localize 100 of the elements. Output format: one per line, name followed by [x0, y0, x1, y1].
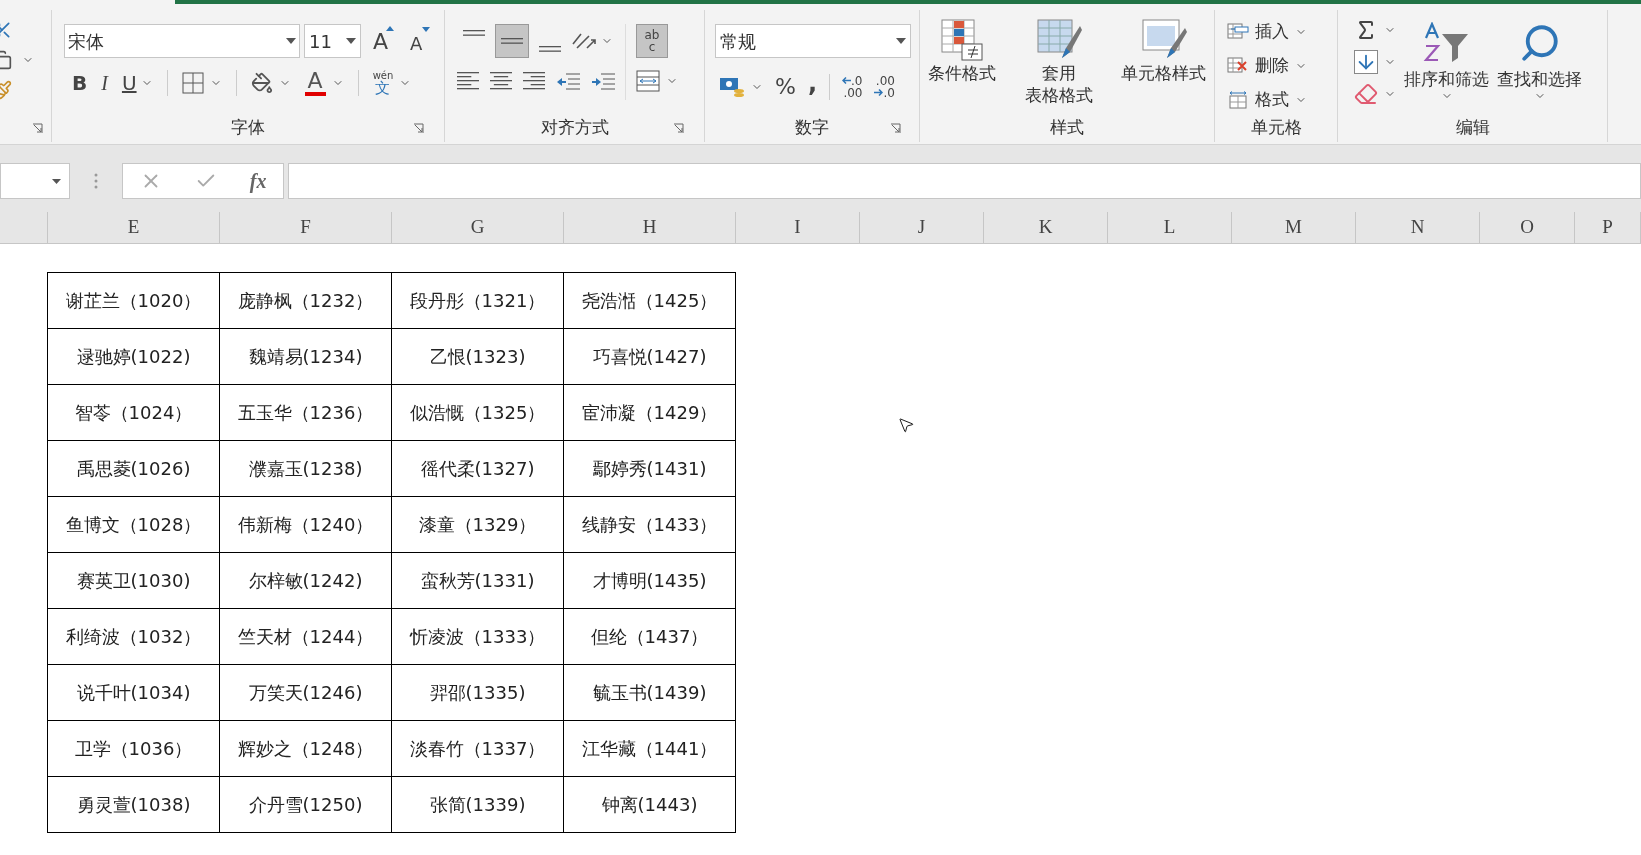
group-label: 对齐方式: [540, 116, 609, 140]
table-cell: 宦沛凝（1429）: [563, 384, 736, 441]
cells-command-button[interactable]: 格式: [1227, 86, 1325, 114]
column-header[interactable]: M: [1232, 212, 1356, 243]
decrease-indent-icon[interactable]: [556, 72, 580, 92]
dropdown-arrow-icon[interactable]: [345, 38, 356, 44]
column-header[interactable]: L: [1108, 212, 1232, 243]
column-header[interactable]: F: [220, 212, 392, 243]
table-cell: 说千叶(1034): [47, 664, 220, 721]
group-label: 数字: [795, 116, 829, 140]
dropdown-arrow-icon[interactable]: [285, 38, 296, 44]
dialog-launcher-icon[interactable]: [413, 123, 424, 134]
mouse-cursor-icon: [897, 415, 915, 435]
dropdown-arrow-icon[interactable]: [52, 178, 61, 184]
dropdown-arrow-icon[interactable]: [896, 38, 906, 44]
right-arrow-icon: [874, 89, 884, 96]
table-cell: 逯驰婷(1022): [47, 328, 220, 385]
group-label: 字体: [231, 116, 265, 140]
insert-function-button[interactable]: fx: [249, 166, 267, 196]
table-cell: 濮嘉玉(1238): [219, 440, 392, 497]
align-center-icon[interactable]: [490, 72, 512, 92]
table-cell: 利绮波（1032）: [47, 608, 220, 665]
delete-cells-icon: [1227, 57, 1249, 75]
table-cell: 智苓（1024）: [47, 384, 220, 441]
table-cell: 江华藏（1441）: [563, 720, 736, 777]
table-cell: 鱼博文（1028）: [47, 496, 220, 553]
grow-font-button[interactable]: A: [364, 24, 397, 58]
editing-command-button[interactable]: 查找和选择: [1497, 18, 1582, 114]
table-cell: 卫学（1036）: [47, 720, 220, 777]
table-cell: 谢芷兰（1020）: [47, 272, 220, 329]
dialog-launcher-icon[interactable]: [890, 123, 901, 134]
dialog-launcher-icon[interactable]: [673, 123, 684, 134]
cells-command-button[interactable]: 删除: [1227, 52, 1325, 80]
table-cell: 但纶（1437）: [563, 608, 736, 665]
currency-icon[interactable]: [719, 75, 745, 98]
conditional-format-icon: [940, 18, 984, 62]
insert-cells-icon: [1227, 23, 1249, 41]
column-header[interactable]: P: [1575, 212, 1641, 243]
align-left-icon[interactable]: [457, 72, 479, 92]
table-cell: 钟离(1443): [563, 776, 736, 833]
table-cell: 张简(1339): [391, 776, 564, 833]
underline-button[interactable]: U: [121, 68, 137, 98]
vertical-align-icon: [539, 46, 561, 52]
eraser-icon[interactable]: [1354, 82, 1378, 106]
cells-command-button[interactable]: 插入: [1227, 18, 1325, 46]
table-cell: 庞静枫（1232）: [219, 272, 392, 329]
drag-handle-icon[interactable]: [94, 173, 98, 189]
table-cell: 蛮秋芳(1331): [391, 552, 564, 609]
number-format-field[interactable]: 常规: [715, 24, 911, 58]
group-label: 样式: [1050, 116, 1084, 140]
table-cell: 五玉华（1236）: [219, 384, 392, 441]
column-header[interactable]: O: [1480, 212, 1575, 243]
italic-button[interactable]: I: [101, 68, 108, 98]
table-cell: 忻凌波（1333）: [391, 608, 564, 665]
column-header[interactable]: I: [736, 212, 860, 243]
table-cell: 淡春竹（1337）: [391, 720, 564, 777]
format-cells-icon: [1227, 91, 1249, 109]
group-label: 编辑: [1455, 116, 1490, 140]
style-gallery-button[interactable]: 套用 表格格式: [1022, 18, 1095, 114]
column-header[interactable]: E: [48, 212, 220, 243]
align-right-icon[interactable]: [523, 72, 545, 92]
group-label: 单元格: [1250, 116, 1302, 140]
bold-button[interactable]: B: [72, 68, 88, 98]
font-color-button[interactable]: A: [304, 70, 326, 96]
column-header[interactable]: H: [564, 212, 736, 243]
table-cell: 介丹雪(1250): [219, 776, 392, 833]
font-size-field[interactable]: 11: [303, 24, 361, 58]
font-name-field[interactable]: 宋体: [64, 24, 300, 58]
dialog-launcher-icon[interactable]: [32, 123, 43, 134]
style-gallery-button[interactable]: 条件格式: [926, 18, 998, 114]
comma-button[interactable]: ,: [807, 70, 818, 103]
editing-command-button[interactable]: 排序和筛选: [1404, 18, 1489, 114]
increase-indent-icon[interactable]: [591, 72, 615, 92]
increase-decimal-button[interactable]: .0 .00: [842, 74, 863, 99]
borders-icon[interactable]: [181, 72, 204, 94]
table-cell: 赛英卫(1030): [47, 552, 220, 609]
column-header[interactable]: J: [860, 212, 984, 243]
vertical-align-button[interactable]: [495, 24, 529, 58]
shrink-font-button[interactable]: A: [400, 24, 432, 58]
left-arrow-icon: [842, 77, 852, 84]
fill-down-icon[interactable]: [1354, 50, 1378, 74]
fill-color-icon[interactable]: [250, 72, 273, 94]
phonetic-button[interactable]: wén 文: [372, 70, 394, 96]
table-cell: 羿邵(1335): [391, 664, 564, 721]
table-cell: 尧浩湉（1425）: [563, 272, 736, 329]
style-gallery-button[interactable]: 单元格样式: [1119, 18, 1208, 114]
vertical-align-icon: [463, 30, 485, 36]
vertical-align-icon: [501, 38, 523, 44]
formula-input[interactable]: [288, 163, 1641, 199]
wrap-text-button[interactable]: ab c: [636, 24, 668, 58]
table-cell: 乙恨(1323): [391, 328, 564, 385]
merge-center-icon[interactable]: [636, 70, 660, 92]
table-cell: 尔梓敏(1242): [219, 552, 392, 609]
percent-button[interactable]: %: [775, 70, 796, 103]
table-cell: 禹思菱(1026): [47, 440, 220, 497]
column-header[interactable]: K: [984, 212, 1108, 243]
column-header[interactable]: N: [1356, 212, 1480, 243]
column-header[interactable]: G: [392, 212, 564, 243]
decrease-decimal-button[interactable]: .00 .0: [874, 74, 895, 99]
table-cell: 辉妙之（1248）: [219, 720, 392, 777]
